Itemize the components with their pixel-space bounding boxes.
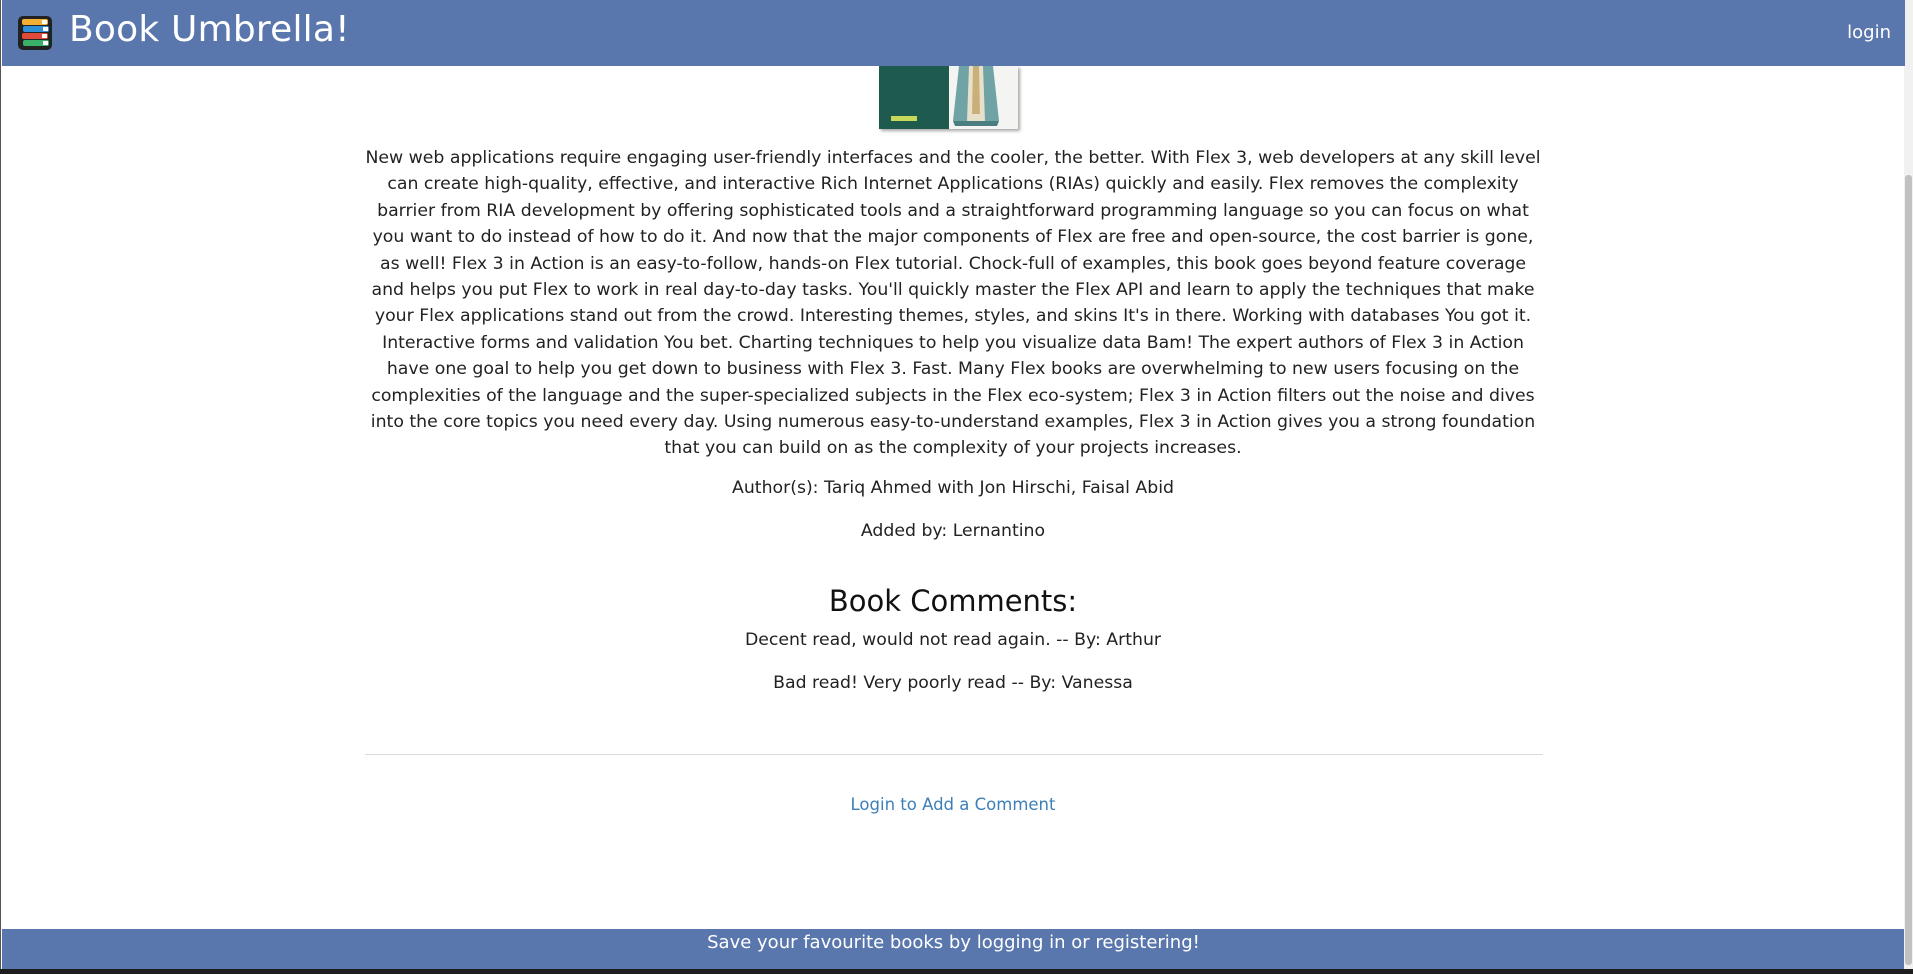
- login-link[interactable]: login: [1847, 22, 1891, 43]
- scrollbar-thumb[interactable]: [1905, 175, 1912, 965]
- page-content: New web applications require engaging us…: [1, 0, 1905, 929]
- comment-item: Decent read, would not read again. -- By…: [744, 630, 1162, 650]
- book-authors: Author(s): Tariq Ahmed with Jon Hirschi,…: [732, 478, 1174, 498]
- add-comment-container: Login to Add a Comment: [363, 795, 1543, 814]
- brand-title: Book Umbrella!: [69, 8, 350, 50]
- browser-viewport: New web applications require engaging us…: [0, 0, 1905, 969]
- section-divider: [365, 754, 1543, 755]
- comment-item: Bad read! Very poorly read -- By: Vaness…: [773, 673, 1133, 693]
- footer-banner: Save your favourite books by logging in …: [2, 929, 1905, 969]
- page-scrollbar[interactable]: [1904, 0, 1913, 969]
- stacked-books-icon: [18, 16, 52, 50]
- login-to-comment-link[interactable]: Login to Add a Comment: [851, 795, 1056, 814]
- cover-figure-illustration: [953, 66, 999, 126]
- comments-heading: Book Comments:: [828, 584, 1078, 618]
- book-description: New web applications require engaging us…: [365, 148, 1541, 459]
- book-cover-image: [879, 66, 1018, 129]
- brand-home-link[interactable]: Book Umbrella!: [16, 9, 350, 53]
- book-added-by: Added by: Lernantino: [860, 521, 1046, 541]
- top-navbar: Book Umbrella! login: [2, 0, 1905, 66]
